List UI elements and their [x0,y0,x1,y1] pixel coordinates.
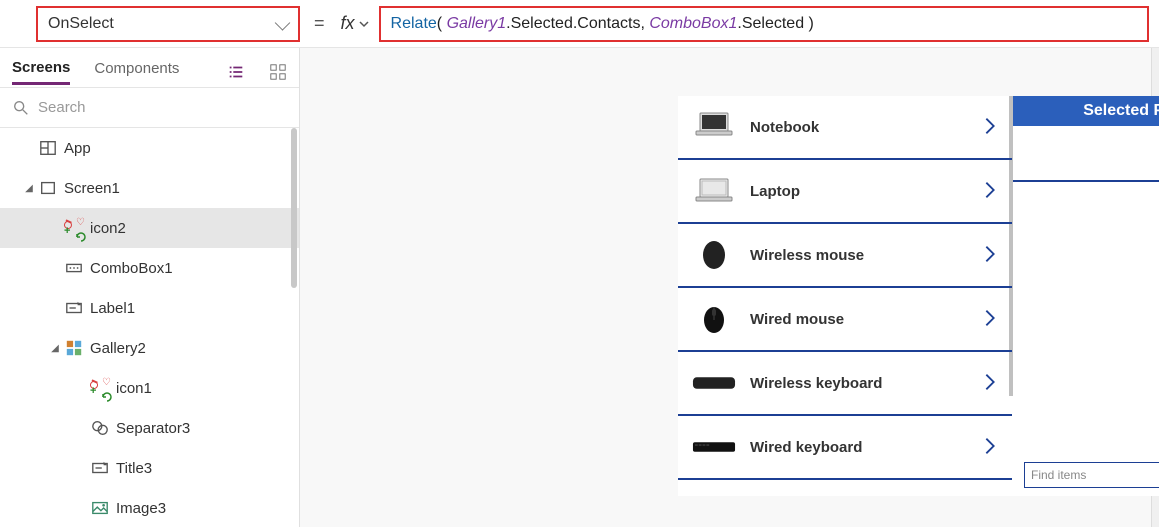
tree-item-label: Image3 [112,500,166,517]
formula-token: ( [437,15,447,33]
product-thumbnail [692,429,736,465]
gallery-item-title: Wired keyboard [750,439,982,456]
tree-view: App◢Screen1+icon2ComboBox1Label1◢Gallery… [0,128,299,527]
gallery-item[interactable]: Notebook [678,96,1012,160]
contacts-header: Selected Product Contacts [1012,96,1159,126]
contacts-footer: Find items [1012,454,1159,496]
tree-item-label: icon1 [112,380,152,397]
tree-item-label: App [60,140,91,157]
tree-item-screen1[interactable]: ◢ Screen1 [0,168,299,208]
label-icon [88,459,112,477]
tree-item-gallery2[interactable]: ◢ Gallery2 [0,328,299,368]
chevron-right-icon[interactable] [982,307,998,332]
product-thumbnail [692,237,736,273]
close-row [1012,126,1159,182]
list-view-icon[interactable] [227,63,245,81]
app-preview: Notebook Laptop Wireless mouse Wired mouse W… [678,96,1159,496]
tree-item-image3[interactable]: Image3 [0,488,299,527]
property-name: OnSelect [48,15,114,33]
tree-item-label: Title3 [112,460,152,477]
gallery-item-title: Notebook [750,119,982,136]
canvas-area[interactable]: Notebook Laptop Wireless mouse Wired mouse W… [300,48,1151,527]
gallery-item-title: Laptop [750,183,982,200]
tree-caret[interactable]: ◢ [22,183,36,194]
tree-item-app[interactable]: App [0,128,299,168]
tree-item-label: Screen1 [60,180,120,197]
chevron-right-icon[interactable] [982,115,998,140]
gallery-item[interactable]: Wireless mouse [678,224,1012,288]
chevron-right-icon[interactable] [982,243,998,268]
app-icon [36,139,60,157]
chevron-right-icon[interactable] [982,435,998,460]
search-input[interactable] [38,99,287,116]
product-thumbnail [692,365,736,401]
gallery-icon [62,339,86,357]
formula-bar: OnSelect = fx Relate( Gallery1.Selected.… [0,0,1159,48]
tree-scrollbar[interactable] [291,128,297,288]
tree-item-label: Label1 [86,300,135,317]
contacts-body [1012,182,1159,454]
gallery-item-title: Wireless mouse [750,247,982,264]
gallery-item-title: Wireless keyboard [750,375,982,392]
tab-screens[interactable]: Screens [12,59,70,85]
contacts-pane: Selected Product Contacts Find items [1012,96,1159,496]
product-gallery[interactable]: Notebook Laptop Wireless mouse Wired mouse W… [678,96,1012,496]
formula-token: .Selected ) [737,15,813,33]
tree-view-panel: Screens Components App◢Screen1+icon2Comb… [0,48,300,527]
gallery-item[interactable]: Wired keyboard [678,416,1012,480]
property-dropdown[interactable]: OnSelect [36,6,300,42]
gallery-item[interactable]: Wireless keyboard [678,352,1012,416]
product-thumbnail [692,173,736,209]
formula-input[interactable]: Relate( Gallery1.Selected.Contacts, Comb… [379,6,1149,42]
formula-token: Relate [391,15,437,33]
formula-token: .Selected.Contacts [506,15,640,33]
product-thumbnail [692,301,736,337]
tree-item-label: ComboBox1 [86,260,173,277]
tree-caret[interactable]: ◢ [48,343,62,354]
tree-item-title3[interactable]: Title3 [0,448,299,488]
image-icon [88,499,112,517]
equals-sign: = [308,13,331,34]
fx-label-text: fx [341,13,355,34]
tree-item-label: Separator3 [112,420,190,437]
chevron-right-icon[interactable] [982,371,998,396]
gallery-item[interactable]: Laptop [678,160,1012,224]
combobox-find-items[interactable]: Find items [1024,462,1159,488]
formula-token: Gallery1 [447,15,507,33]
gallery-item[interactable]: Wired mouse [678,288,1012,352]
chevron-down-icon [359,19,369,29]
formula-token: ComboBox1 [649,15,737,33]
search-icon [12,99,30,117]
formula-token: , [640,15,649,33]
separator-icon [88,419,112,437]
tree-item-label: Gallery2 [86,340,146,357]
tree-search [0,88,299,128]
tree-item-combobox1[interactable]: ComboBox1 [0,248,299,288]
combobox-placeholder: Find items [1031,468,1086,482]
tree-item-separator3[interactable]: Separator3 [0,408,299,448]
tree-tabs: Screens Components [0,48,299,88]
tree-item-label1[interactable]: Label1 [0,288,299,328]
tab-components[interactable]: Components [94,60,179,83]
screen-icon [36,179,60,197]
label-icon [62,299,86,317]
icon-control-icon: + [88,381,112,395]
grid-view-icon[interactable] [269,63,287,81]
tree-item-icon1[interactable]: +icon1 [0,368,299,408]
fx-button[interactable]: fx [339,13,371,34]
gallery-item-title: Wired mouse [750,311,982,328]
icon-control-icon: + [62,221,86,235]
tree-item-icon2[interactable]: +icon2 [0,208,299,248]
product-thumbnail [692,109,736,145]
chevron-right-icon[interactable] [982,179,998,204]
tree-item-label: icon2 [86,220,126,237]
combobox-icon [62,259,86,277]
main-split: Screens Components App◢Screen1+icon2Comb… [0,48,1159,527]
